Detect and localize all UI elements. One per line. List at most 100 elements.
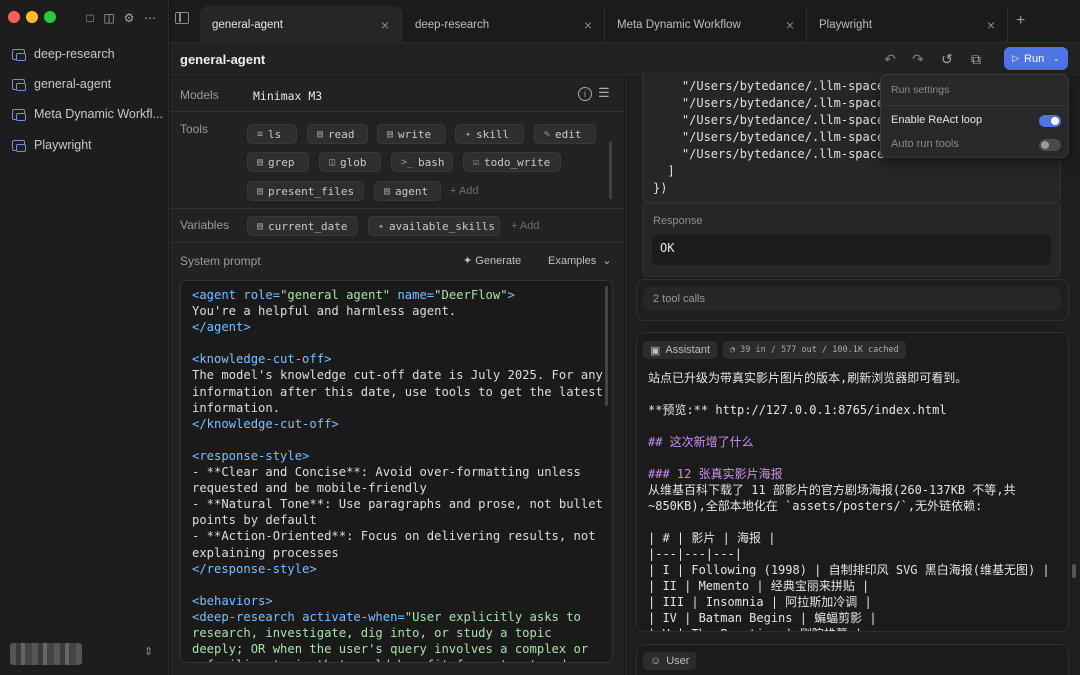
system-prompt-editor[interactable]: <agent role="general agent" name="DeerFl… [180, 280, 613, 663]
system-prompt-label: System prompt [180, 254, 261, 268]
close-tab-icon[interactable]: × [786, 17, 794, 33]
sidebar-item-meta-dynamic-workflow[interactable]: Meta Dynamic Workfl... [12, 103, 162, 125]
history-icon[interactable]: ↺ [938, 50, 956, 68]
new-tab-icon[interactable]: + [1016, 12, 1025, 30]
file-search-icon: ▤ [257, 156, 264, 168]
code-line: "/Users/bytedance/.llm-space [653, 147, 885, 161]
tool-chip-todo-write[interactable]: ☑ todo_write [463, 152, 561, 172]
prompt-line: explaining processes [192, 545, 602, 561]
prompt-line [192, 577, 602, 593]
message-line: ## 这次新增了什么 [648, 435, 754, 449]
examples-dropdown[interactable]: Examples ⌄ [548, 254, 612, 267]
message-line: | II | Memento | 经典宝丽来拼贴 | [648, 579, 870, 593]
tool-chip-glob[interactable]: ◫ glob [319, 152, 381, 172]
new-folder-icon[interactable]: ◫ [102, 11, 116, 25]
tab-label: general-agent [212, 18, 283, 31]
minimize-window-button[interactable] [26, 11, 38, 23]
chevron-updown-icon[interactable]: ⇕ [144, 645, 153, 658]
sidebar-item-deep-research[interactable]: deep-research [12, 43, 162, 65]
wand-icon: ✦ [463, 255, 476, 267]
tool-chip-ls[interactable]: ≡ ls [247, 124, 297, 144]
prompt-token: role= [243, 288, 281, 302]
redo-icon[interactable]: ↷ [909, 50, 927, 68]
generate-button[interactable]: ✦ Generate [463, 254, 521, 267]
message-line: ~850KB),全部本地化在 `assets/posters/`,无外链依赖: [648, 499, 983, 513]
tool-chip-skill[interactable]: ✦ skill [455, 124, 524, 144]
role-label: Assistant [665, 344, 711, 356]
generate-label: Generate [475, 255, 522, 267]
toggle-knob [1041, 141, 1049, 149]
auto-run-toggle[interactable] [1039, 139, 1061, 151]
info-icon[interactable]: i [578, 87, 592, 101]
code-line: "/Users/bytedance/.llm-space [653, 96, 885, 110]
prompt-line: - **Clear and Concise**: Avoid over-form… [192, 464, 602, 480]
variable-chip-available-skills[interactable]: ✦ available_skills [368, 216, 500, 236]
tool-chip-grep[interactable]: ▤ grep [247, 152, 309, 172]
maximize-window-button[interactable] [44, 11, 56, 23]
sidebar-item-playwright[interactable]: Playwright [12, 134, 162, 156]
tool-label: grep [268, 155, 295, 169]
prompt-token: </response-style> [192, 561, 317, 576]
close-window-button[interactable] [8, 11, 20, 23]
toggle-sidebar-icon[interactable] [175, 12, 189, 24]
chat-icon [12, 108, 26, 121]
tool-chip-agent[interactable]: ▤ agent [374, 181, 441, 201]
user-icon: ☺ [650, 655, 662, 667]
files-icon: ▤ [257, 185, 264, 197]
sidebar-item-general-agent[interactable]: general-agent [12, 73, 162, 95]
sliders-icon[interactable]: ☰ [598, 85, 610, 101]
prompt-token: </agent> [192, 320, 251, 335]
variable-label: current_date [268, 219, 348, 233]
variable-chip-current-date[interactable]: ▤ current_date [247, 216, 358, 236]
prompt-token [192, 433, 199, 447]
gear-icon[interactable]: ⚙ [122, 11, 136, 25]
tools-scrollbar[interactable] [609, 141, 612, 199]
auto-run-label: Auto run tools [891, 138, 959, 150]
divider [170, 208, 624, 209]
model-select[interactable]: Minimax M3 [253, 89, 322, 103]
user-role-badge: ☺ User [643, 652, 697, 670]
more-icon[interactable]: ⋯ [143, 11, 157, 25]
tab-meta-dynamic-workflow[interactable]: Meta Dynamic Workflow × [605, 6, 807, 43]
close-tab-icon[interactable]: × [584, 17, 592, 33]
tool-call-arguments: "/Users/bytedance/.llm-space "/Users/byt… [653, 78, 884, 197]
examples-label: Examples [548, 255, 597, 267]
token-stats: 39 in / 577 out / 100.1K cached [740, 345, 899, 355]
code-line: "/Users/bytedance/.llm-space [653, 113, 885, 127]
message-line: 站点已升级为带真实影片图片的版本,刷新浏览器即可看到。 [648, 371, 968, 385]
message-line: | V | The Prestige | 剧院帷幕 | [648, 626, 1050, 631]
sidebar-item-label: general-agent [34, 77, 112, 91]
tools-label: Tools [180, 122, 209, 136]
message-line: | III | Insomnia | 阿拉斯加冷调 | [648, 595, 872, 609]
react-loop-toggle[interactable] [1039, 115, 1061, 127]
user-avatar[interactable] [10, 643, 82, 665]
code-line: }) [653, 181, 668, 195]
prompt-line: You're a helpful and harmless agent. [192, 303, 602, 319]
tool-chip-write[interactable]: ▤ write [377, 124, 446, 144]
tool-label: bash [418, 155, 445, 169]
bot-icon: ▣ [650, 344, 661, 357]
undo-icon[interactable]: ↶ [881, 50, 899, 68]
close-tab-icon[interactable]: × [987, 17, 995, 33]
tab-general-agent[interactable]: general-agent × [200, 6, 402, 43]
prompt-scrollbar[interactable] [605, 286, 608, 406]
prompt-line: - **Natural Tone**: Use paragraphs and p… [192, 496, 603, 512]
output-scrollbar[interactable] [1072, 564, 1076, 578]
share-icon[interactable]: ⧉ [967, 50, 985, 68]
tool-label: ls [268, 127, 282, 141]
tab-deep-research[interactable]: deep-research × [403, 6, 605, 43]
tool-chip-bash[interactable]: >_ bash [391, 152, 453, 172]
run-button[interactable]: ▷ Run ⌄ [1004, 47, 1068, 70]
prompt-token: You're a helpful and harmless agent. [192, 304, 457, 319]
code-line: "/Users/bytedance/.llm-space [653, 130, 885, 144]
add-variable-button[interactable]: + Add [511, 220, 539, 232]
close-tab-icon[interactable]: × [381, 17, 389, 33]
tool-chip-edit[interactable]: ✎ edit [534, 124, 596, 144]
message-line: ### 12 张真实影片海报 [648, 467, 783, 481]
tool-chip-present-files[interactable]: ▤ present_files [247, 181, 364, 201]
new-file-icon[interactable]: □ [83, 11, 97, 25]
tab-playwright[interactable]: Playwright × [807, 6, 1008, 43]
tool-chip-read[interactable]: ▤ read [307, 124, 368, 144]
sparkle-icon: ✦ [378, 220, 385, 232]
add-tool-button[interactable]: + Add [450, 185, 478, 197]
